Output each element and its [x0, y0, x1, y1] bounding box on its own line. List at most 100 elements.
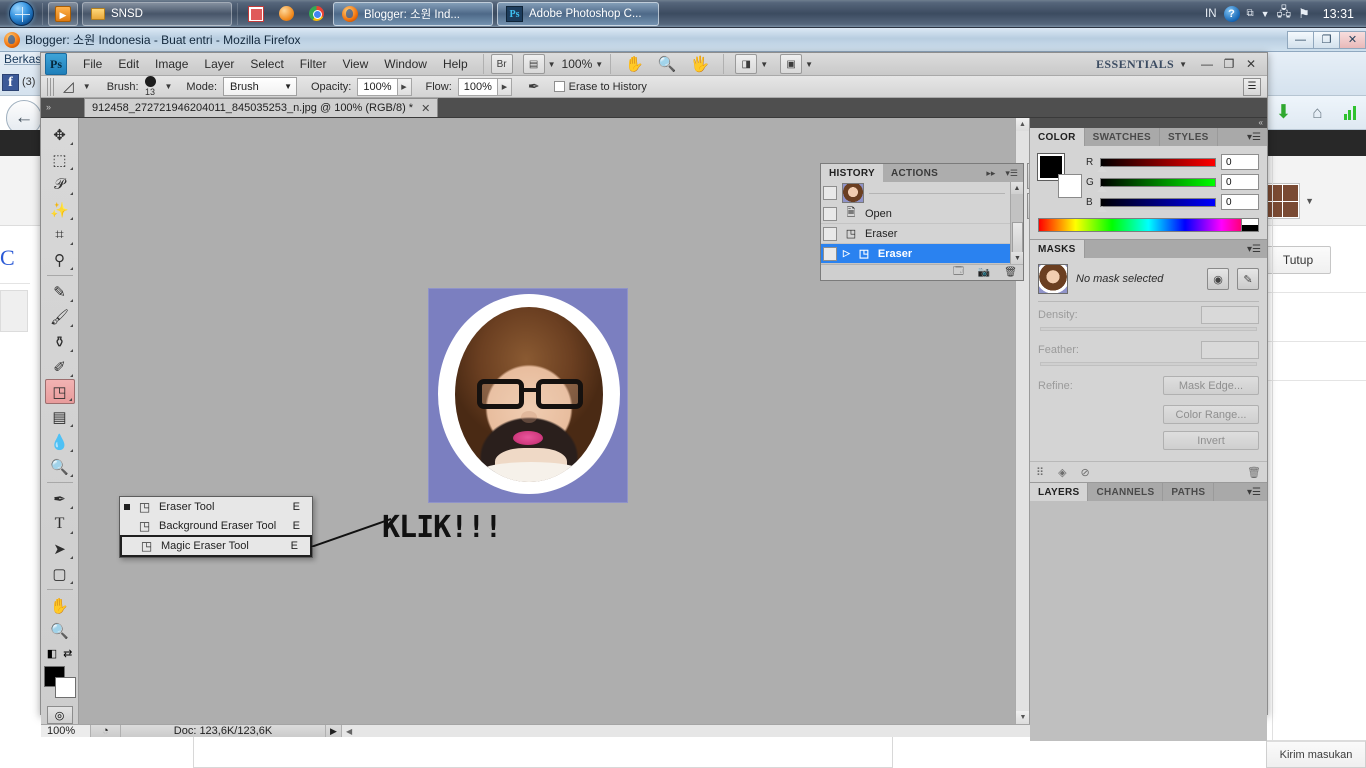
scroll-up-icon[interactable]: ▲	[1016, 118, 1029, 131]
swap-colors-icon[interactable]: ⇄	[63, 647, 72, 660]
minimize-button[interactable]: —	[1197, 54, 1217, 74]
chevron-down-icon[interactable]: ▼	[1305, 196, 1314, 206]
clone-stamp-tool-icon[interactable]: ⚱	[45, 329, 75, 354]
document-tab[interactable]: 912458_272721946204011_845035253_n.jpg @…	[84, 98, 439, 117]
stats-bars-icon[interactable]	[1343, 105, 1356, 120]
slider-thumb[interactable]	[1097, 205, 1107, 212]
collapse-icon[interactable]: ▸▸	[981, 164, 1000, 182]
history-brush-tool-icon[interactable]: ✐	[45, 354, 75, 379]
scroll-left-icon[interactable]: ◀	[346, 727, 352, 736]
airbrush-icon[interactable]: ✒	[528, 78, 540, 95]
menubar-zoom-level[interactable]: 100%	[562, 57, 593, 71]
status-expand-arrow[interactable]: ▶	[326, 725, 342, 737]
close-button[interactable]: ✕	[1241, 54, 1261, 74]
new-document-from-state-icon[interactable]: 🗔	[953, 264, 964, 281]
menu-edit[interactable]: Edit	[110, 53, 147, 75]
panel-menu-icon[interactable]: ▾☰	[1241, 240, 1267, 258]
hand-tool-icon[interactable]: ✋	[618, 55, 651, 73]
delete-icon[interactable]: 🗑	[1004, 267, 1017, 278]
hand-tool-icon[interactable]: ✋	[45, 593, 75, 618]
photoshop-logo-icon[interactable]: Ps	[45, 53, 67, 75]
feather-slider[interactable]	[1040, 362, 1257, 366]
disable-mask-icon[interactable]: ⊘	[1081, 466, 1090, 479]
crop-tool-icon[interactable]: ⌗	[45, 222, 75, 247]
chevron-down-icon[interactable]: ▼	[595, 60, 603, 69]
mode-select[interactable]: Brush ▼	[223, 77, 297, 96]
flyout-item-background-eraser-tool[interactable]: ◳ Background Eraser Tool E	[120, 516, 312, 535]
pen-tool-icon[interactable]: ✒	[45, 486, 75, 511]
lasso-tool-icon[interactable]: 𝒫	[45, 172, 75, 197]
color-slider-r[interactable]: R 0	[1086, 154, 1259, 172]
panel-menu-icon[interactable]: ▾☰	[1241, 483, 1267, 501]
type-tool-icon[interactable]: T	[45, 511, 75, 536]
color-swatches[interactable]	[1037, 153, 1082, 198]
flag-icon[interactable]: ⚑	[1298, 6, 1310, 22]
move-tool-icon[interactable]: ✥	[45, 122, 75, 147]
slider-track[interactable]	[1097, 177, 1216, 192]
color-range-button[interactable]: Color Range...	[1163, 405, 1259, 424]
arrange-documents-button[interactable]: ◨ ▼	[735, 54, 768, 74]
slider-track[interactable]	[1097, 157, 1216, 172]
kirim-masukan-button[interactable]: Kirim masukan	[1266, 740, 1366, 768]
scroll-down-icon[interactable]: ▼	[1016, 711, 1029, 724]
eraser-tool-icon[interactable]: ◺	[63, 78, 74, 95]
slider-track[interactable]	[1097, 197, 1216, 212]
eraser-tool-icon[interactable]: ◳	[44, 379, 75, 404]
actions-play-icon[interactable]: ▶	[1027, 193, 1029, 219]
history-scrollbar[interactable]: ▲ ▼	[1010, 182, 1023, 264]
dock-grip-icon[interactable]: »	[46, 102, 51, 112]
rectangle-tool-icon[interactable]: ▢	[45, 561, 75, 586]
chevron-down-icon[interactable]: ▼	[1179, 60, 1187, 69]
eraser-tool-flyout-menu[interactable]: ◳ Eraser Tool E ◳ Background Eraser Tool…	[119, 496, 313, 558]
opacity-field-group[interactable]: 100% ▶	[357, 77, 412, 96]
menu-help[interactable]: Help	[435, 53, 476, 75]
menu-view[interactable]: View	[334, 53, 376, 75]
history-toggle-checkbox[interactable]	[823, 186, 837, 200]
menu-image[interactable]: Image	[147, 53, 196, 75]
opacity-stepper[interactable]: ▶	[397, 77, 412, 96]
history-item-eraser-2[interactable]: ▷ ◳ Eraser	[821, 244, 1023, 264]
opacity-value[interactable]: 100%	[357, 77, 398, 96]
history-toggle-checkbox[interactable]	[823, 246, 837, 261]
taskbar-item-photoshop[interactable]: Ps Adobe Photoshop C...	[497, 1, 659, 26]
show-hidden-icons-icon[interactable]: ⧉	[1247, 8, 1254, 19]
maximize-button[interactable]: ❐	[1219, 54, 1239, 74]
magic-wand-tool-icon[interactable]: ✨	[45, 197, 75, 222]
menu-layer[interactable]: Layer	[196, 53, 242, 75]
spot-healing-brush-tool-icon[interactable]: ✎	[45, 279, 75, 304]
history-toggle-checkbox[interactable]	[823, 206, 837, 221]
network-icon[interactable]: 🖧	[1277, 3, 1292, 25]
quick-mask-icon[interactable]: ◎	[46, 706, 73, 724]
new-snapshot-icon[interactable]: 📷	[978, 267, 990, 278]
panel-menu-icon[interactable]: ▾☰	[1241, 128, 1267, 146]
tab-actions[interactable]: ACTIONS	[883, 164, 946, 182]
background-color-swatch[interactable]	[54, 677, 76, 698]
history-snapshot-row[interactable]	[821, 182, 1023, 204]
add-vector-mask-icon[interactable]: ✎	[1237, 268, 1259, 290]
default-colors-icon[interactable]: ◧	[47, 647, 57, 660]
tab-swatches[interactable]: SWATCHES	[1085, 128, 1160, 146]
chevron-down-icon[interactable]: ▼	[165, 82, 173, 91]
taskbar-item-snsd[interactable]: SNSD	[82, 1, 232, 26]
path-selection-tool-icon[interactable]: ➤	[45, 536, 75, 561]
history-toggle-checkbox[interactable]	[823, 226, 837, 241]
tab-color[interactable]: COLOR	[1030, 128, 1085, 146]
density-input[interactable]	[1201, 306, 1259, 324]
taskbar-item-media-player[interactable]: ▶	[48, 1, 78, 26]
history-list[interactable]: 🗎 Open ◳ Eraser ▷ ◳ Eraser ▲ ▼	[821, 182, 1023, 264]
invert-button[interactable]: Invert	[1163, 431, 1259, 450]
download-arrow-icon[interactable]: ⬇	[1275, 103, 1291, 122]
chevron-down-icon[interactable]: ▼	[83, 82, 91, 91]
color-slider-b[interactable]: B 0	[1086, 194, 1259, 212]
chevron-down-icon[interactable]: ▼	[1261, 9, 1270, 19]
color-spectrum-ramp[interactable]	[1038, 218, 1259, 232]
taskbar-item-orange-app[interactable]	[273, 2, 299, 26]
dock-grip-icon[interactable]: «	[1030, 118, 1267, 128]
scroll-up-icon[interactable]: ▲	[1011, 182, 1023, 194]
gradient-tool-icon[interactable]: ▤	[45, 404, 75, 429]
add-pixel-mask-icon[interactable]: ◉	[1207, 268, 1229, 290]
view-extras-button[interactable]: ▤ ▼	[522, 54, 556, 74]
rectangular-marquee-tool-icon[interactable]: ⬚	[45, 147, 75, 172]
photoshop-canvas[interactable]: ◳ Eraser Tool E ◳ Background Eraser Tool…	[79, 118, 1029, 724]
tutup-button[interactable]: Tutup	[1265, 246, 1331, 274]
